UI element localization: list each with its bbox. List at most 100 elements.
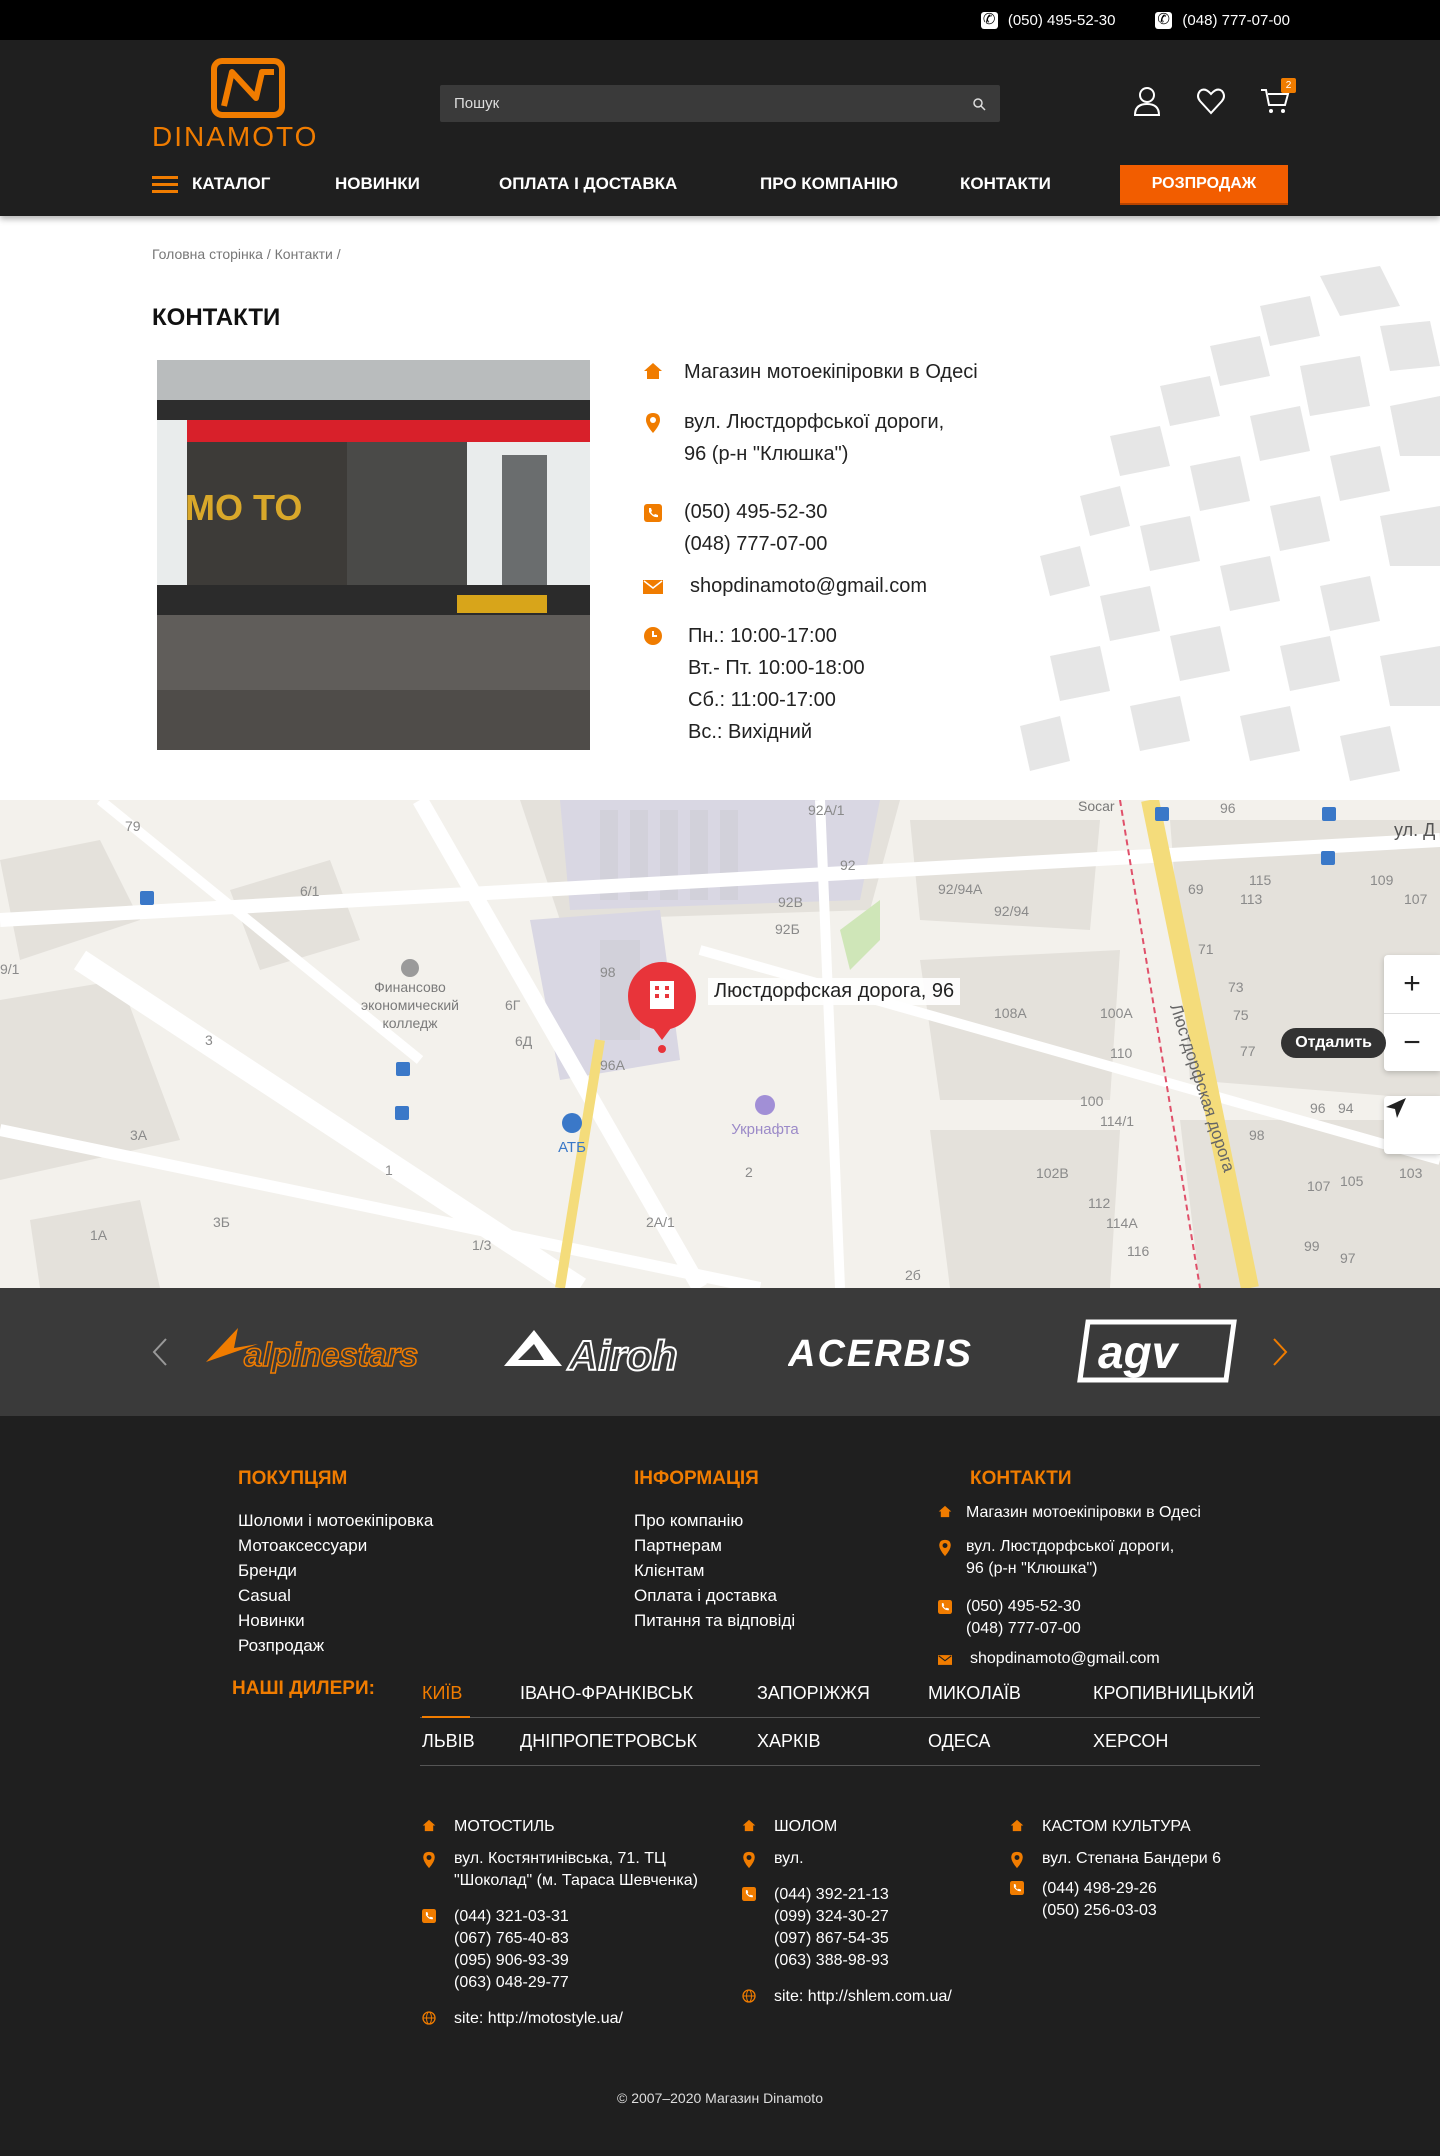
footer-link-helmets[interactable]: Шоломи і мотоекіпіровка bbox=[238, 1508, 433, 1533]
city-tab-kropyvnytskyi[interactable]: КРОПИВНИЦЬКИЙ bbox=[1093, 1683, 1254, 1704]
map[interactable]: 79 6/1 9/1 98 96А 6Г 6Д 3 3А 3Б 1А 1/3 1 92А/1 92 92… bbox=[0, 800, 1440, 1288]
svg-text:71: 71 bbox=[1198, 941, 1214, 957]
nav-catalog[interactable]: КАТАЛОГ bbox=[152, 174, 335, 194]
nav-news[interactable]: НОВИНКИ bbox=[335, 174, 499, 194]
site-logo[interactable]: DINAMOTO bbox=[152, 58, 346, 152]
topbar-phone-2-text: (048) 777-07-00 bbox=[1182, 11, 1290, 29]
svg-text:110: 110 bbox=[1110, 1045, 1133, 1061]
svg-text:9/1: 9/1 bbox=[0, 961, 20, 977]
dealer-site-link[interactable]: site: http://shlem.com.ua/ bbox=[774, 1986, 952, 2008]
menu-burger-icon bbox=[152, 175, 178, 193]
svg-text:107: 107 bbox=[1404, 891, 1428, 907]
footer-link-clients[interactable]: Клієнтам bbox=[634, 1558, 795, 1583]
svg-text:100А: 100А bbox=[1100, 1005, 1133, 1021]
dealer-phone[interactable]: (063) 048-29-77 bbox=[454, 1972, 569, 1994]
geolocation-button[interactable] bbox=[1384, 1096, 1440, 1154]
footer-email-text[interactable]: shopdinamoto@gmail.com bbox=[970, 1648, 1160, 1670]
map-pin-label: Люстдорфская дорога, 96 bbox=[708, 978, 961, 1005]
brand-acerbis[interactable]: ACERBIS bbox=[788, 1318, 1024, 1384]
chevron-right-icon[interactable] bbox=[1272, 1337, 1288, 1367]
map-label-atb: АТБ bbox=[558, 1139, 586, 1156]
college-poi-icon[interactable] bbox=[401, 959, 419, 977]
city-tab-kherson[interactable]: ХЕРСОН bbox=[1093, 1731, 1168, 1752]
footer-link-partners[interactable]: Партнерам bbox=[634, 1533, 795, 1558]
dealer-phone[interactable]: (050) 256-03-03 bbox=[1042, 1900, 1157, 1922]
zoom-in-button[interactable]: + bbox=[1384, 955, 1440, 1013]
map-label-socar: Socar bbox=[1078, 800, 1115, 814]
footer-phone-1[interactable]: (050) 495-52-30 bbox=[966, 1596, 1081, 1618]
clock-icon bbox=[640, 626, 666, 646]
city-tab-zaporizhzhia[interactable]: ЗАПОРІЖЖЯ bbox=[757, 1683, 870, 1704]
city-tab-kharkiv[interactable]: ХАРКІВ bbox=[757, 1731, 821, 1752]
dealer-name-row: ШОЛОМ bbox=[742, 1816, 952, 1838]
city-tab-kyiv[interactable]: КИЇВ bbox=[422, 1683, 462, 1704]
footer-link-news[interactable]: Новинки bbox=[238, 1608, 433, 1633]
dealer-phone[interactable]: (044) 498-29-26 bbox=[1042, 1878, 1157, 1900]
footer-link-casual[interactable]: Casual bbox=[238, 1583, 433, 1608]
dealer-phone[interactable]: (097) 867-54-35 bbox=[774, 1928, 889, 1950]
gas-station-poi-icon[interactable] bbox=[755, 1095, 775, 1115]
dealer-name: ШОЛОМ bbox=[774, 1818, 838, 1835]
footer-phone-2[interactable]: (048) 777-07-00 bbox=[966, 1618, 1081, 1640]
footer-link-faq[interactable]: Питання та відповіді bbox=[634, 1608, 795, 1633]
search-input[interactable] bbox=[454, 95, 972, 112]
sale-button[interactable]: РОЗПРОДАЖ bbox=[1120, 165, 1288, 203]
footer-link-about[interactable]: Про компанію bbox=[634, 1508, 795, 1533]
footer-link-brands[interactable]: Бренди bbox=[238, 1558, 433, 1583]
brand-agv[interactable]: agv bbox=[1076, 1318, 1238, 1384]
contact-phone-1[interactable]: (050) 495-52-30 bbox=[684, 496, 827, 528]
cart-icon[interactable]: 2 bbox=[1260, 78, 1296, 116]
svg-text:3А: 3А bbox=[130, 1127, 148, 1143]
footer-link-accessories[interactable]: Мотоаксессуари bbox=[238, 1533, 433, 1558]
breadcrumb[interactable]: Головна сторінка / Контакти / bbox=[152, 246, 341, 262]
contact-email-text[interactable]: shopdinamoto@gmail.com bbox=[690, 570, 927, 602]
city-tab-lviv[interactable]: ЛЬВІВ bbox=[422, 1731, 475, 1752]
nav-payment[interactable]: ОПЛАТА І ДОСТАВКА bbox=[499, 174, 760, 194]
home-icon bbox=[1010, 1819, 1024, 1832]
contacts-section: Головна сторінка / Контакти / КОНТАКТИ M… bbox=[0, 216, 1440, 800]
footer-address-line2: 96 (р-н "Клюшка") bbox=[966, 1560, 1098, 1577]
dealer-phone[interactable]: (099) 324-30-27 bbox=[774, 1906, 889, 1928]
dealer-site-link[interactable]: site: http://motostyle.ua/ bbox=[454, 2008, 623, 2030]
dealer-phone[interactable]: (044) 392-21-13 bbox=[774, 1884, 889, 1906]
brand-airoh[interactable]: Airoh bbox=[500, 1318, 732, 1384]
wishlist-heart-icon[interactable] bbox=[1196, 86, 1226, 116]
atb-poi-icon[interactable] bbox=[562, 1113, 582, 1133]
city-tab-ivano-frankivsk[interactable]: ІВАНО-ФРАНКІВСЬК bbox=[520, 1683, 693, 1704]
city-tab-mykolaiv[interactable]: МИКОЛАЇВ bbox=[928, 1683, 1021, 1704]
contact-phone-2[interactable]: (048) 777-07-00 bbox=[684, 528, 827, 560]
search-icon[interactable] bbox=[972, 97, 986, 111]
hours-line-3: Сб.: 11:00-17:00 bbox=[688, 689, 836, 711]
dealer-name: МОТОСТИЛЬ bbox=[454, 1818, 555, 1835]
svg-text:103: 103 bbox=[1399, 1165, 1423, 1181]
account-icon[interactable] bbox=[1132, 86, 1162, 116]
footer-link-payment[interactable]: Оплата і доставка bbox=[634, 1583, 795, 1608]
dealer-phone[interactable]: (095) 906-93-39 bbox=[454, 1950, 569, 1972]
brand-alpinestars[interactable]: alpinestars bbox=[198, 1318, 454, 1384]
nav-contacts[interactable]: КОНТАКТИ bbox=[960, 174, 1051, 194]
city-tab-odesa[interactable]: ОДЕСА bbox=[928, 1731, 990, 1752]
footer-contact-email: shopdinamoto@gmail.com bbox=[938, 1648, 1201, 1670]
brand-airoh-text: Airoh bbox=[567, 1332, 678, 1379]
brand-alpinestars-text: alpinestars bbox=[244, 1336, 418, 1373]
svg-text:112: 112 bbox=[1088, 1195, 1111, 1211]
svg-text:98: 98 bbox=[600, 964, 616, 980]
zoom-out-button[interactable]: − bbox=[1384, 1013, 1440, 1071]
dealer-phone[interactable]: (044) 321-03-31 bbox=[454, 1906, 569, 1928]
svg-text:105: 105 bbox=[1340, 1173, 1364, 1189]
nav-about[interactable]: ПРО КОМПАНІЮ bbox=[760, 174, 960, 194]
city-tab-dnipropetrovsk[interactable]: ДНІПРОПЕТРОВСЬК bbox=[520, 1731, 697, 1752]
topbar-phone-1[interactable]: (050) 495-52-30 bbox=[980, 10, 1115, 29]
map-label-street-top: ул. Д bbox=[1394, 820, 1435, 840]
chevron-left-icon[interactable] bbox=[152, 1337, 168, 1367]
map-canvas[interactable]: 79 6/1 9/1 98 96А 6Г 6Д 3 3А 3Б 1А 1/3 1 92А/1 92 92… bbox=[0, 800, 1440, 1288]
topbar-phone-2[interactable]: (048) 777-07-00 bbox=[1155, 10, 1290, 29]
svg-text:96: 96 bbox=[1220, 800, 1236, 816]
footer-link-sale[interactable]: Розпродаж bbox=[238, 1633, 433, 1658]
dealer-phone[interactable]: (067) 765-40-83 bbox=[454, 1928, 569, 1950]
dealer-phone[interactable]: (063) 388-98-93 bbox=[774, 1950, 889, 1972]
phone-icon bbox=[742, 1887, 756, 1901]
mail-icon bbox=[938, 1655, 952, 1665]
mail-icon bbox=[640, 580, 666, 594]
location-pin-icon bbox=[743, 1851, 755, 1869]
